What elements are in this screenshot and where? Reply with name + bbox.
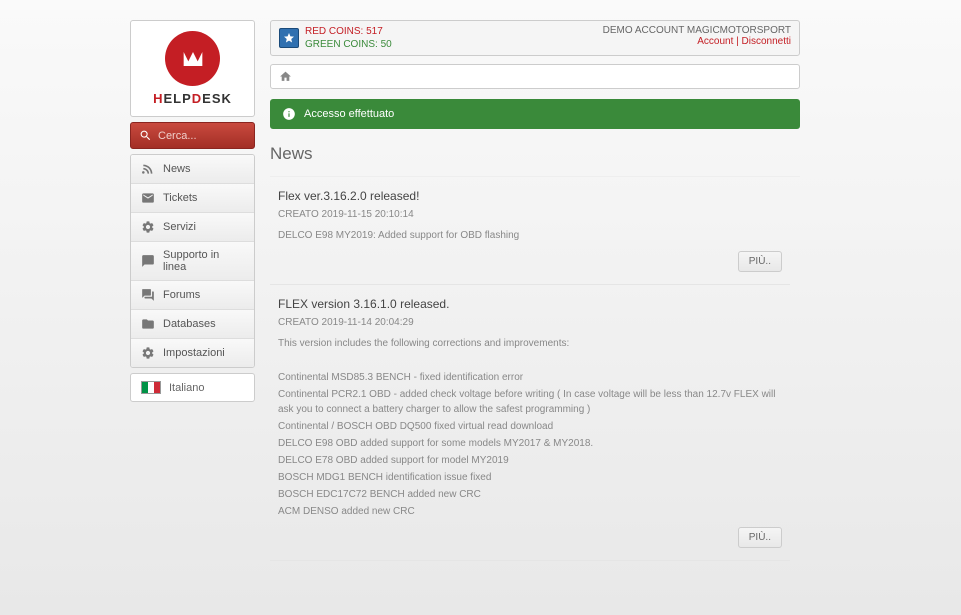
- search-input[interactable]: [158, 130, 246, 142]
- flag-italy-icon: [141, 381, 161, 394]
- chat-icon: [141, 254, 155, 268]
- nav-label: Forums: [163, 289, 200, 301]
- envelope-icon: [141, 191, 155, 205]
- main-content: RED COINS: 517 GREEN COINS: 50 DEMO ACCO…: [270, 20, 800, 561]
- nav-item-forums[interactable]: Forums: [131, 281, 254, 310]
- nav-item-tickets[interactable]: Tickets: [131, 184, 254, 213]
- page-title: News: [270, 144, 800, 164]
- nav-item-servizi[interactable]: Servizi: [131, 213, 254, 242]
- gear-icon: [141, 220, 155, 234]
- language-selector[interactable]: Italiano: [130, 373, 255, 402]
- news-body: This version includes the following corr…: [278, 336, 782, 519]
- nav-label: Impostazioni: [163, 347, 225, 359]
- nav-label: News: [163, 163, 191, 175]
- nav-item-supporto[interactable]: Supporto in linea: [131, 242, 254, 281]
- coins-box: RED COINS: 517 GREEN COINS: 50: [279, 25, 392, 51]
- nav-item-news[interactable]: News: [131, 155, 254, 184]
- account-box: DEMO ACCOUNT MAGICMOTORSPORT Account | D…: [603, 25, 791, 51]
- folder-icon: [141, 317, 155, 331]
- disconnect-link[interactable]: Disconnetti: [742, 36, 791, 47]
- sidebar: HELPDESK News Tickets Servizi Supporto i…: [130, 20, 255, 561]
- nav-label: Tickets: [163, 192, 197, 204]
- logo-box: HELPDESK: [130, 20, 255, 117]
- red-coins: RED COINS: 517: [305, 25, 392, 38]
- logo-text: HELPDESK: [141, 91, 244, 106]
- rss-icon: [141, 162, 155, 176]
- news-date: CREATO 2019-11-14 20:04:29: [278, 317, 782, 328]
- alert-text: Accesso effettuato: [304, 108, 394, 120]
- nav-item-impostazioni[interactable]: Impostazioni: [131, 339, 254, 367]
- home-icon: [279, 70, 292, 83]
- nav-label: Servizi: [163, 221, 196, 233]
- info-icon: [282, 107, 296, 121]
- more-button[interactable]: PIÙ..: [738, 527, 782, 548]
- more-button[interactable]: PIÙ..: [738, 251, 782, 272]
- news-item: FLEX version 3.16.1.0 released. CREATO 20…: [270, 285, 790, 561]
- search-icon: [139, 129, 152, 142]
- search-box[interactable]: [130, 122, 255, 149]
- cog-icon: [141, 346, 155, 360]
- news-item: Flex ver.3.16.2.0 released! CREATO 2019-1…: [270, 177, 790, 285]
- language-label: Italiano: [169, 382, 204, 394]
- nav-menu: News Tickets Servizi Supporto in linea F…: [130, 154, 255, 368]
- news-body: DELCO E98 MY2019: Added support for OBD …: [278, 228, 782, 243]
- news-title: FLEX version 3.16.1.0 released.: [278, 297, 782, 311]
- account-name: DEMO ACCOUNT MAGICMOTORSPORT: [603, 25, 791, 36]
- news-date: CREATO 2019-11-15 20:10:14: [278, 209, 782, 220]
- nav-label: Supporto in linea: [163, 249, 244, 273]
- nav-label: Databases: [163, 318, 216, 330]
- account-link[interactable]: Account: [697, 36, 733, 47]
- top-bar: RED COINS: 517 GREEN COINS: 50 DEMO ACCO…: [270, 20, 800, 56]
- news-list[interactable]: Flex ver.3.16.2.0 released! CREATO 2019-1…: [270, 176, 800, 561]
- news-title: Flex ver.3.16.2.0 released!: [278, 189, 782, 203]
- logo-icon: [165, 31, 220, 86]
- breadcrumb[interactable]: [270, 64, 800, 89]
- green-coins: GREEN COINS: 50: [305, 38, 392, 51]
- alert-success: Accesso effettuato: [270, 99, 800, 129]
- forum-icon: [141, 288, 155, 302]
- nav-item-databases[interactable]: Databases: [131, 310, 254, 339]
- coins-icon: [279, 28, 299, 48]
